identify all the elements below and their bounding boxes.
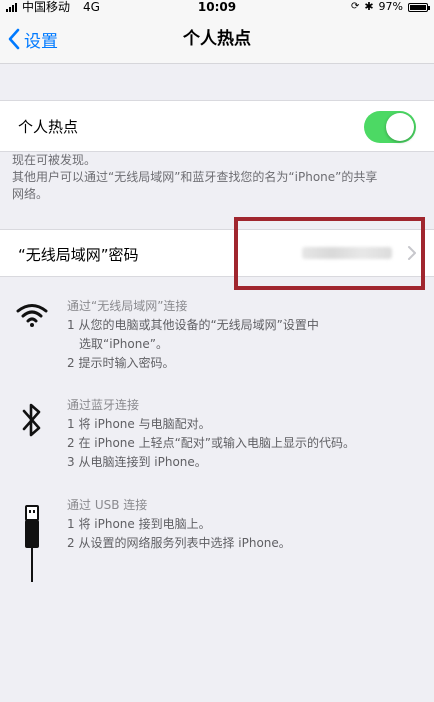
- status-bar: 中国移动 4G 10:09 ⟳ ✱ 97%: [0, 0, 434, 14]
- discoverable-footnote: 现在可被发现。 其他用户可以通过“无线局域网”和蓝牙查找您的名为“iPhone”…: [12, 152, 422, 203]
- highlight-annotation-box: [234, 217, 425, 290]
- discoverable-line-3: 网络。: [12, 187, 49, 201]
- usb-step-2: 2 从设置的网络服务列表中选择 iPhone。: [67, 536, 291, 550]
- battery-fill: [410, 4, 426, 10]
- wifi-step-1b: 选取“iPhone”。: [79, 337, 168, 351]
- page-title: 个人热点: [183, 29, 251, 49]
- wifi-step-2: 2 提示时输入密码。: [67, 356, 175, 370]
- bluetooth-connect-instructions: 通过蓝牙连接 1 将 iPhone 与电脑配对。 2 在 iPhone 上轻点“…: [67, 396, 417, 472]
- back-button[interactable]: 设置: [8, 14, 58, 64]
- discoverable-line-1: 现在可被发现。: [12, 153, 97, 167]
- bluetooth-step-2: 2 在 iPhone 上轻点“配对”或输入电脑上显示的代码。: [67, 436, 356, 450]
- bluetooth-icon: [22, 403, 41, 437]
- wifi-connect-title: 通过“无线局域网”连接: [67, 299, 188, 313]
- wifi-icon: [16, 304, 48, 327]
- battery-percent: 97%: [378, 0, 403, 13]
- back-label: 设置: [24, 31, 58, 52]
- hotspot-toggle-cell: 个人热点: [0, 100, 434, 152]
- usb-step-1: 1 将 iPhone 接到电脑上。: [67, 517, 211, 531]
- bluetooth-connect-title: 通过蓝牙连接: [67, 398, 140, 412]
- wifi-password-label: “无线局域网”密码: [18, 246, 139, 264]
- discoverable-line-2: 其他用户可以通过“无线局域网”和蓝牙查找您的名为“iPhone”的共享: [12, 170, 378, 184]
- chevron-left-icon: [8, 28, 20, 50]
- bluetooth-step-1: 1 将 iPhone 与电脑配对。: [67, 417, 211, 431]
- wifi-connect-instructions: 通过“无线局域网”连接 1 从您的电脑或其他设备的“无线局域网”设置中 选取“i…: [67, 297, 417, 373]
- hotspot-label: 个人热点: [18, 118, 79, 136]
- navigation-bar: 设置 个人热点: [0, 14, 434, 64]
- usb-connect-instructions: 通过 USB 连接 1 将 iPhone 接到电脑上。 2 从设置的网络服务列表…: [67, 496, 417, 553]
- toggle-knob: [386, 113, 414, 141]
- usb-cable-icon: [25, 505, 39, 582]
- rotation-lock-icon: ⟳: [350, 1, 360, 12]
- bluetooth-step-3: 3 从电脑连接到 iPhone。: [67, 455, 207, 469]
- usb-connect-title: 通过 USB 连接: [67, 498, 148, 512]
- wifi-step-1a: 1 从您的电脑或其他设备的“无线局域网”设置中: [67, 318, 319, 332]
- hotspot-toggle[interactable]: [364, 111, 416, 143]
- bluetooth-status-icon: ✱: [364, 0, 374, 13]
- battery-icon: [408, 2, 430, 12]
- status-bar-right: ⟳ ✱ 97%: [350, 0, 430, 14]
